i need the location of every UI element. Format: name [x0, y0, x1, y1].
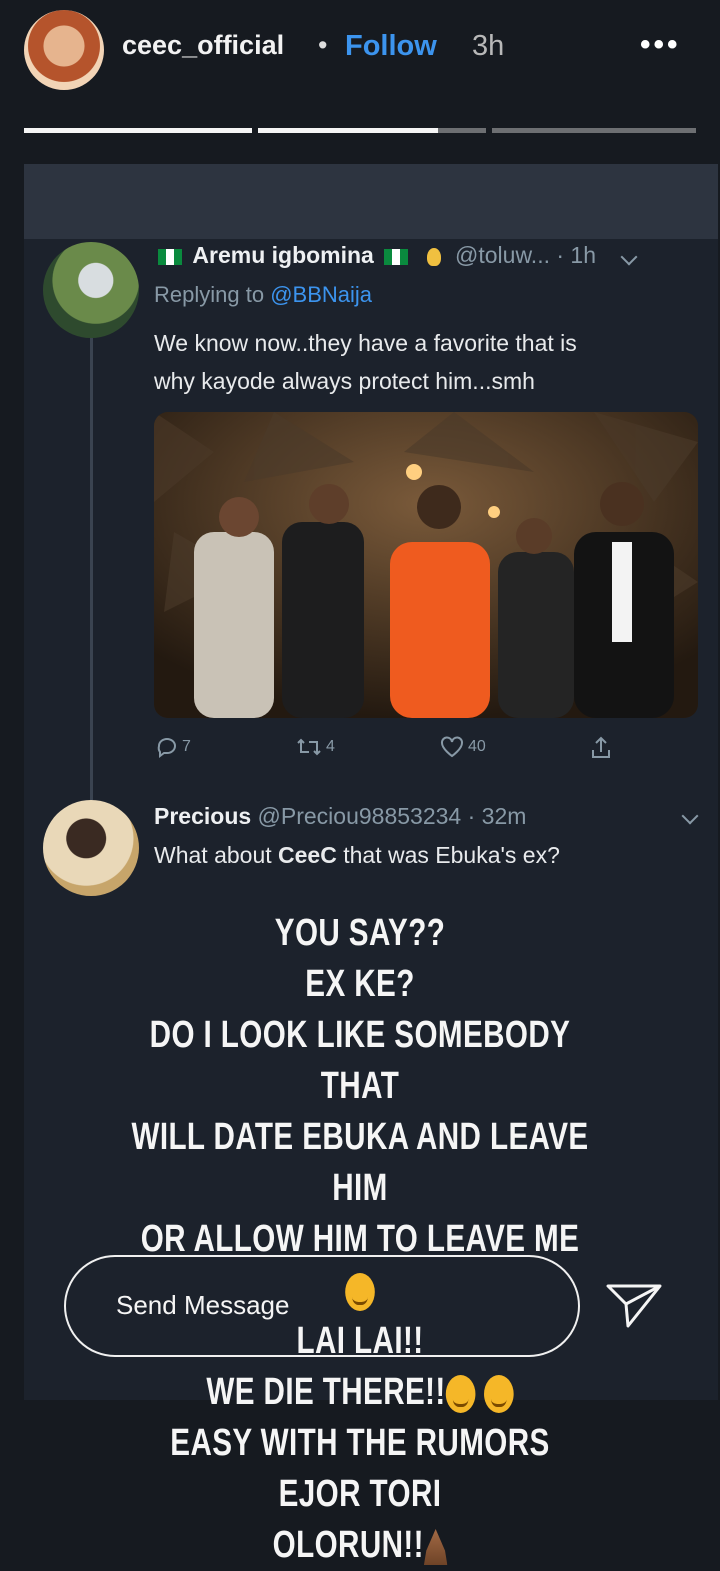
send-message-placeholder: Send Message	[116, 1290, 290, 1320]
tweet1-text-line: We know now..they have a favorite that i…	[154, 330, 577, 356]
tweet2-handle[interactable]: @Preciou98853234	[258, 803, 462, 829]
caption-line: EASY WITH THE RUMORS EJOR TORI	[170, 1422, 550, 1515]
tweet1-time: · 1h	[556, 242, 597, 268]
retweet-action[interactable]: 4	[296, 736, 335, 758]
caption-line: WE DIE THERE!!	[206, 1371, 446, 1413]
more-options-icon[interactable]: •••	[640, 28, 681, 62]
tweet2-text-suffix: that was Ebuka's ex?	[336, 842, 560, 868]
caption-line: DO I LOOK LIKE SOMEBODY THAT	[149, 1014, 571, 1107]
tweet1-avatar[interactable]	[43, 242, 139, 338]
nigeria-flag-icon	[158, 248, 182, 265]
progress-segment-1	[24, 128, 252, 133]
caption-line: OLORUN!!	[272, 1524, 424, 1566]
tweet2-header: Precious @Preciou98853234 · 32m	[154, 803, 526, 830]
share-action[interactable]	[590, 736, 612, 760]
replying-prefix: Replying to	[154, 282, 265, 307]
praying-hands-emoji-icon	[423, 1528, 448, 1565]
heart-icon	[441, 736, 463, 758]
caption-line: OR ALLOW HIM TO LEAVE ME	[140, 1218, 580, 1260]
caption-line: YOU SAY??	[274, 912, 446, 954]
story-header: ceec_official • Follow 3h •••	[0, 0, 720, 100]
tweet2-text: What about CeeC that was Ebuka's ex?	[154, 842, 560, 869]
tweet1-text: We know now..they have a favorite that i…	[154, 324, 694, 400]
like-action[interactable]: 40	[440, 736, 486, 758]
retweet-count: 4	[326, 738, 335, 755]
tweet2-avatar[interactable]	[43, 800, 139, 896]
reply-action[interactable]: 7	[156, 736, 191, 758]
tweet-screenshot-topbar	[24, 164, 718, 239]
tweet1-photo[interactable]	[154, 412, 698, 718]
tweet1-actions: 7 4 40	[154, 736, 634, 766]
caption-line-with-emoji: OLORUN!!	[126, 1520, 594, 1571]
tweet1-text-line: why kayode always protect him...smh	[154, 368, 535, 394]
lightbulb-icon	[426, 247, 441, 266]
profile-avatar[interactable]	[24, 10, 104, 90]
post-time: 3h	[472, 30, 505, 62]
caption-line: WILL DATE EBUKA AND LEAVE HIM	[131, 1116, 589, 1209]
thread-line	[90, 338, 93, 800]
story-progress	[24, 128, 696, 133]
tweet2-author[interactable]: Precious	[154, 803, 251, 829]
tweet1-handle[interactable]: @toluw...	[455, 242, 550, 268]
nigeria-flag-icon	[384, 248, 409, 265]
tweet2-time: · 32m	[467, 803, 527, 829]
tweet2-text-bold: CeeC	[278, 842, 337, 868]
relieved-emoji-icon	[483, 1374, 514, 1413]
username[interactable]: ceec_official	[122, 30, 284, 61]
chevron-down-icon[interactable]	[620, 248, 638, 266]
replying-to-line: Replying to @BBNaija	[154, 282, 372, 308]
tweet1-author[interactable]: Aremu igbomina	[192, 242, 373, 268]
replying-mention[interactable]: @BBNaija	[270, 282, 372, 307]
share-icon	[592, 736, 610, 758]
reply-count: 7	[182, 738, 191, 755]
direct-message-send-icon[interactable]	[606, 1280, 662, 1330]
retweet-icon	[297, 738, 321, 756]
tweet1-header: Aremu igbomina @toluw... · 1h	[154, 242, 638, 269]
caption-line: EX KE?	[305, 963, 415, 1005]
separator-dot: •	[318, 30, 328, 60]
reply-icon	[157, 738, 176, 758]
caption-line-with-emoji: WE DIE THERE!!	[126, 1367, 594, 1418]
progress-segment-3	[492, 128, 696, 133]
follow-button[interactable]: Follow	[345, 30, 437, 63]
like-count: 40	[468, 738, 486, 755]
wink-emoji-icon	[445, 1374, 476, 1413]
group-photo-image	[154, 412, 698, 718]
progress-segment-2	[258, 128, 486, 133]
story-caption: YOU SAY?? EX KE? DO I LOOK LIKE SOMEBODY…	[126, 908, 594, 1571]
tweet2-text-prefix: What about	[154, 842, 279, 868]
